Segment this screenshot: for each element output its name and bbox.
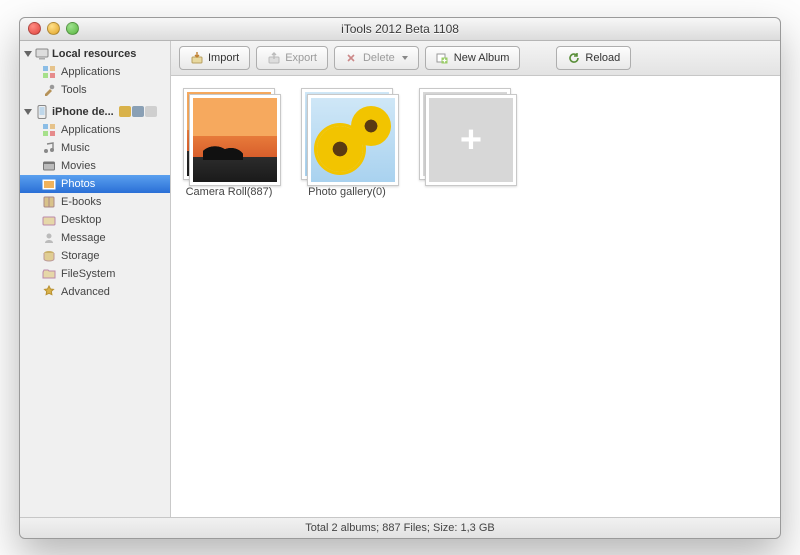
reload-button[interactable]: Reload <box>556 46 631 70</box>
button-label: Delete <box>363 52 395 64</box>
import-button[interactable]: Import <box>179 46 250 70</box>
status-text: Total 2 albums; 887 Files; Size: 1,3 GB <box>305 522 495 534</box>
new-album-button[interactable]: New Album <box>425 46 521 70</box>
album-thumbnail <box>183 88 275 180</box>
sidebar-item-label: Tools <box>61 84 87 96</box>
button-label: Reload <box>585 52 620 64</box>
apps-icon <box>42 65 56 79</box>
sidebar-item-label: Applications <box>61 66 120 78</box>
sidebar-item-applications[interactable]: Applications <box>20 121 170 139</box>
sidebar-item-message[interactable]: Message <box>20 229 170 247</box>
sidebar-item-applications[interactable]: Applications <box>20 63 170 81</box>
movies-icon <box>42 159 56 173</box>
photos-icon <box>42 177 56 191</box>
sidebar-item-ebooks[interactable]: E-books <box>20 193 170 211</box>
sidebar: Local resources Applications Tools iPhon… <box>20 41 171 517</box>
sidebar-group-label: iPhone de... <box>52 106 114 118</box>
album-thumbnail <box>301 88 393 180</box>
badge-icon <box>119 106 131 117</box>
chevron-down-icon <box>24 51 32 57</box>
sidebar-group-label: Local resources <box>52 48 136 60</box>
delete-icon <box>345 51 358 64</box>
button-label: New Album <box>454 52 510 64</box>
album-thumbnail: + + <box>419 88 511 180</box>
sidebar-item-advanced[interactable]: Advanced <box>20 283 170 301</box>
desktop-icon <box>42 213 56 227</box>
sidebar-group-local[interactable]: Local resources <box>20 45 170 63</box>
window-body: Local resources Applications Tools iPhon… <box>20 41 780 517</box>
sidebar-item-desktop[interactable]: Desktop <box>20 211 170 229</box>
sidebar-item-filesystem[interactable]: FileSystem <box>20 265 170 283</box>
computer-icon <box>35 47 49 61</box>
storage-icon <box>42 249 56 263</box>
titlebar: iTools 2012 Beta 1108 <box>20 18 780 41</box>
album-label: Photo gallery(0) <box>308 186 386 198</box>
music-icon <box>42 141 56 155</box>
album-label: Camera Roll(887) <box>186 186 273 198</box>
message-icon <box>42 231 56 245</box>
import-icon <box>190 51 203 64</box>
sidebar-item-label: FileSystem <box>61 268 115 280</box>
sidebar-item-label: Photos <box>61 178 95 190</box>
sidebar-item-label: Music <box>61 142 90 154</box>
ebooks-icon <box>42 195 56 209</box>
export-button[interactable]: Export <box>256 46 328 70</box>
folder-icon <box>42 267 56 281</box>
tools-icon <box>42 83 56 97</box>
sidebar-item-label: Advanced <box>61 286 110 298</box>
advanced-icon <box>42 285 56 299</box>
export-icon <box>267 51 280 64</box>
badge-icon <box>145 106 157 117</box>
new-album-icon <box>436 51 449 64</box>
app-window: iTools 2012 Beta 1108 Local resources Ap… <box>19 17 781 539</box>
sidebar-item-movies[interactable]: Movies <box>20 157 170 175</box>
sidebar-item-storage[interactable]: Storage <box>20 247 170 265</box>
sidebar-item-label: E-books <box>61 196 101 208</box>
badge-icon <box>132 106 144 117</box>
device-badges <box>119 106 157 117</box>
sidebar-item-tools[interactable]: Tools <box>20 81 170 99</box>
chevron-down-icon <box>24 109 32 115</box>
button-label: Import <box>208 52 239 64</box>
album-grid: Camera Roll(887) Photo gallery(0) + + <box>171 76 780 517</box>
reload-icon <box>567 51 580 64</box>
toolbar: Import Export Delete New Album <box>171 41 780 76</box>
apps-icon <box>42 123 56 137</box>
sidebar-item-label: Applications <box>61 124 120 136</box>
chevron-down-icon <box>402 56 408 60</box>
sidebar-item-music[interactable]: Music <box>20 139 170 157</box>
sidebar-group-iphone[interactable]: iPhone de... <box>20 103 170 121</box>
sidebar-item-label: Desktop <box>61 214 101 226</box>
status-bar: Total 2 albums; 887 Files; Size: 1,3 GB <box>20 517 780 538</box>
sidebar-item-label: Storage <box>61 250 100 262</box>
sidebar-item-photos[interactable]: Photos <box>20 175 170 193</box>
delete-button[interactable]: Delete <box>334 46 419 70</box>
content-area: Import Export Delete New Album <box>171 41 780 517</box>
sidebar-item-label: Message <box>61 232 106 244</box>
album-new-placeholder[interactable]: + + <box>417 88 513 180</box>
iphone-icon <box>35 105 49 119</box>
plus-icon: + <box>460 121 482 159</box>
button-label: Export <box>285 52 317 64</box>
album-camera-roll[interactable]: Camera Roll(887) <box>181 88 277 198</box>
window-title: iTools 2012 Beta 1108 <box>20 22 780 36</box>
album-photo-gallery[interactable]: Photo gallery(0) <box>299 88 395 198</box>
sidebar-item-label: Movies <box>61 160 96 172</box>
